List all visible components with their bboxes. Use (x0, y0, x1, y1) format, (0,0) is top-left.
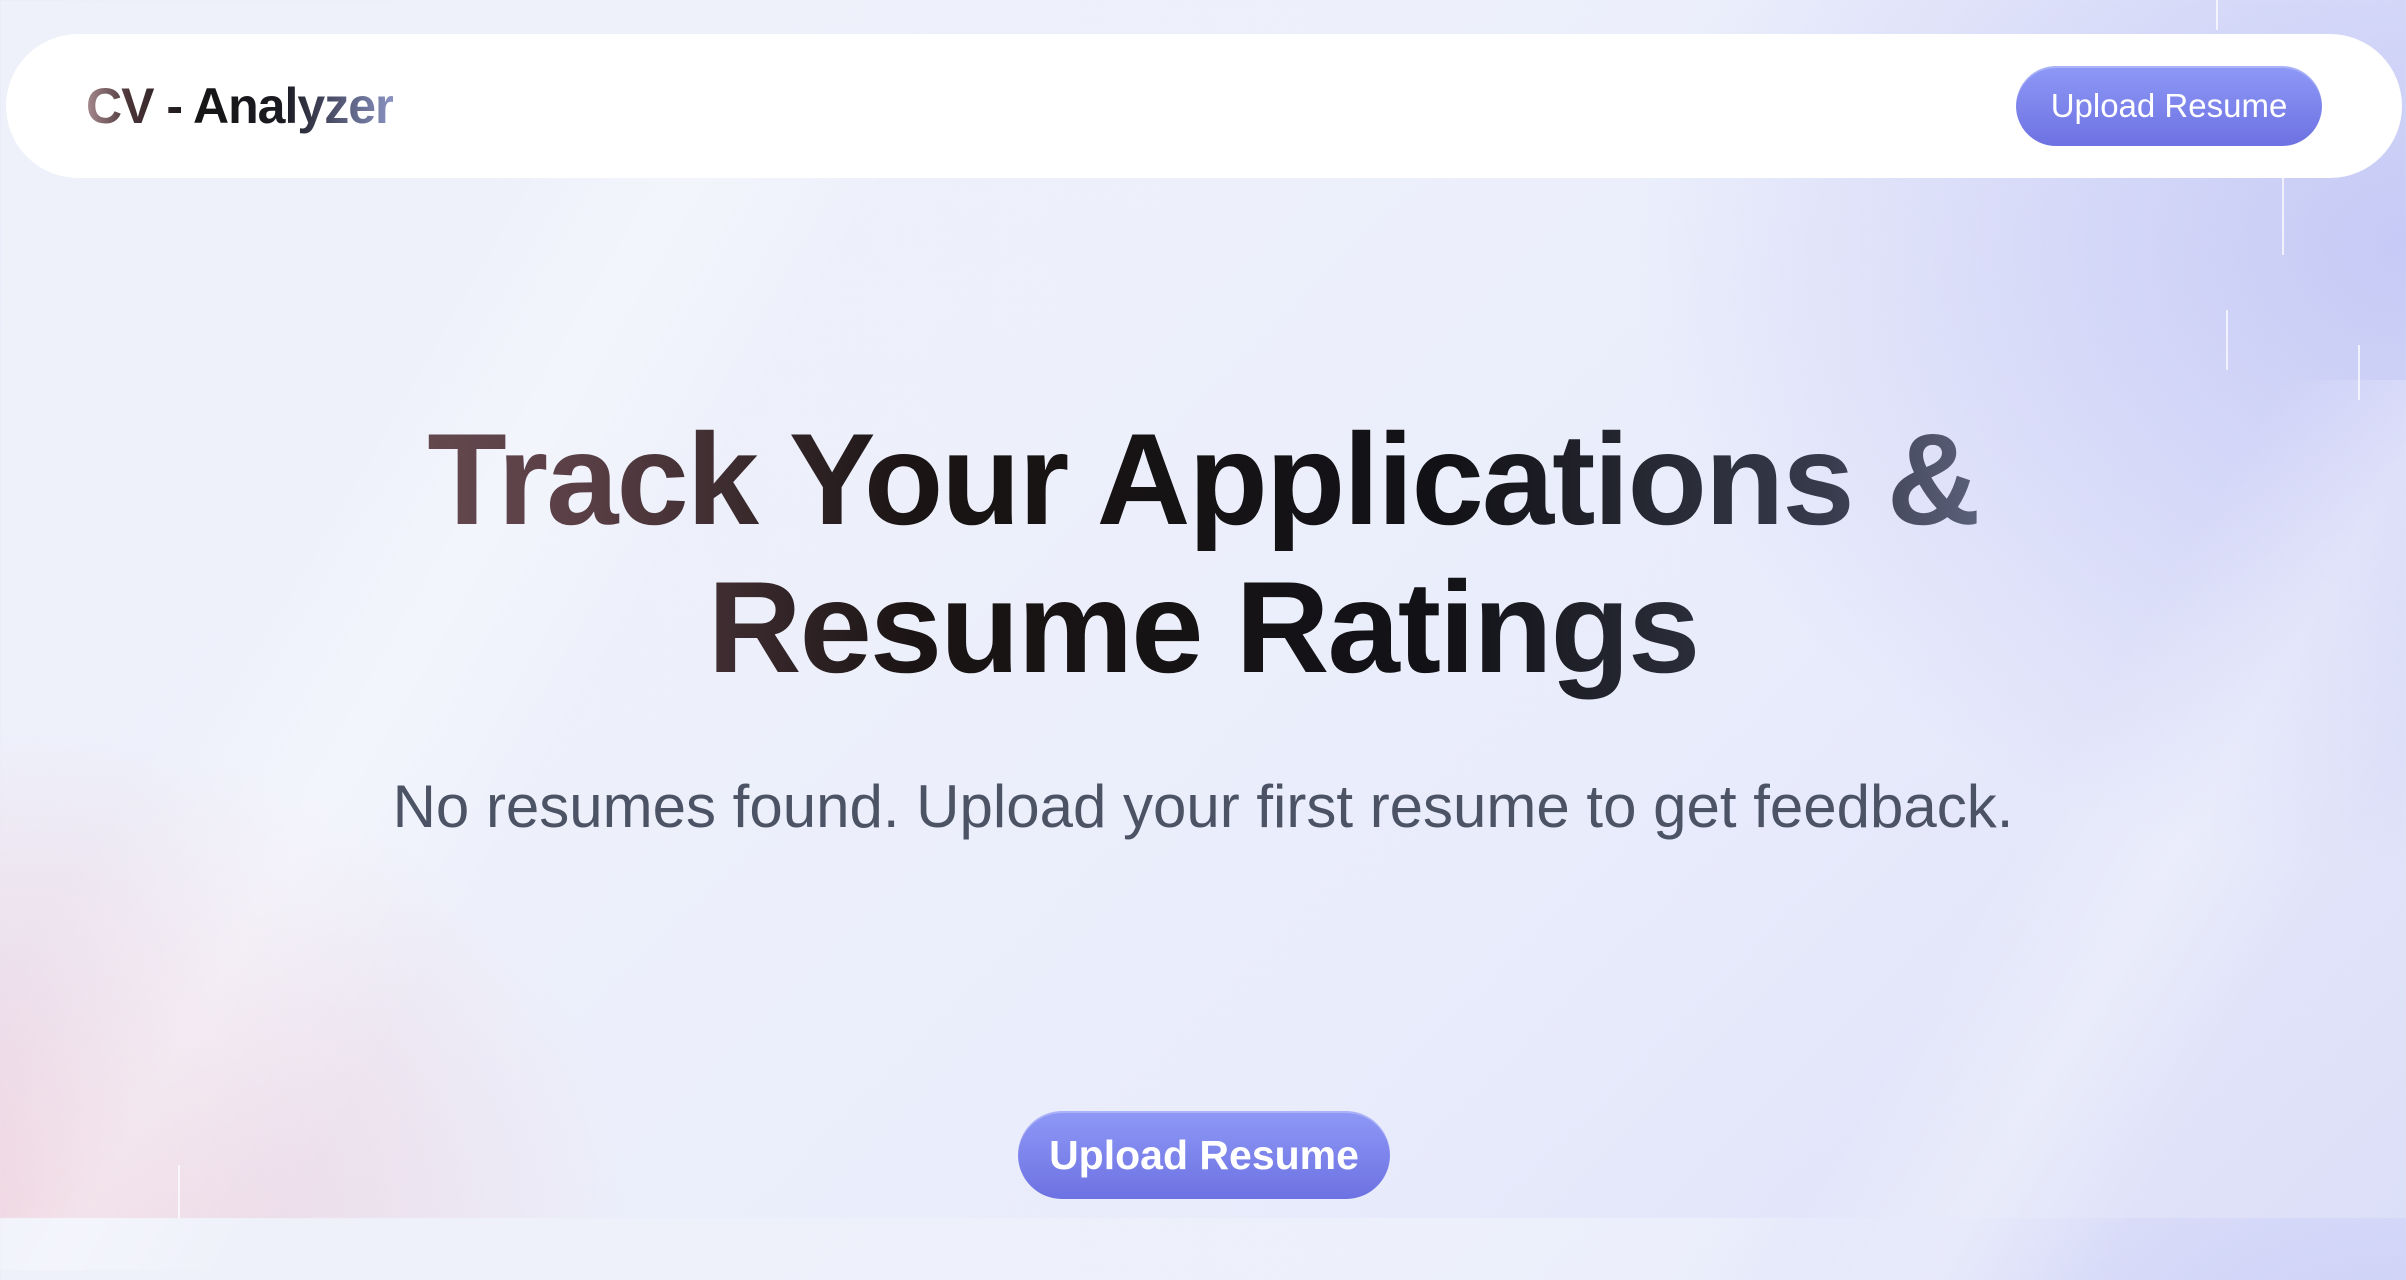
background-sparkle-line (178, 1165, 180, 1218)
background-light-streak (0, 170, 898, 1270)
top-navbar: CV - Analyzer Upload Resume (6, 34, 2402, 178)
hero-upload-resume-button[interactable]: Upload Resume (1018, 1111, 1390, 1199)
background-sparkle-line (2226, 310, 2228, 370)
background-sparkle-line (2358, 345, 2360, 400)
brand-logo-link[interactable]: CV - Analyzer (86, 34, 394, 178)
background-sparkle-line (2282, 175, 2284, 255)
hero-title-line-1: Track Your Applications & (427, 406, 1979, 552)
nav-upload-resume-button[interactable]: Upload Resume (2016, 66, 2322, 146)
background-sparkle-line (2216, 0, 2218, 30)
empty-state-message: No resumes found. Upload your first resu… (392, 773, 2014, 840)
hero-title-line-2: Resume Ratings (707, 554, 1699, 700)
hero-title: Track Your Applications & Resume Ratings (0, 405, 2406, 701)
